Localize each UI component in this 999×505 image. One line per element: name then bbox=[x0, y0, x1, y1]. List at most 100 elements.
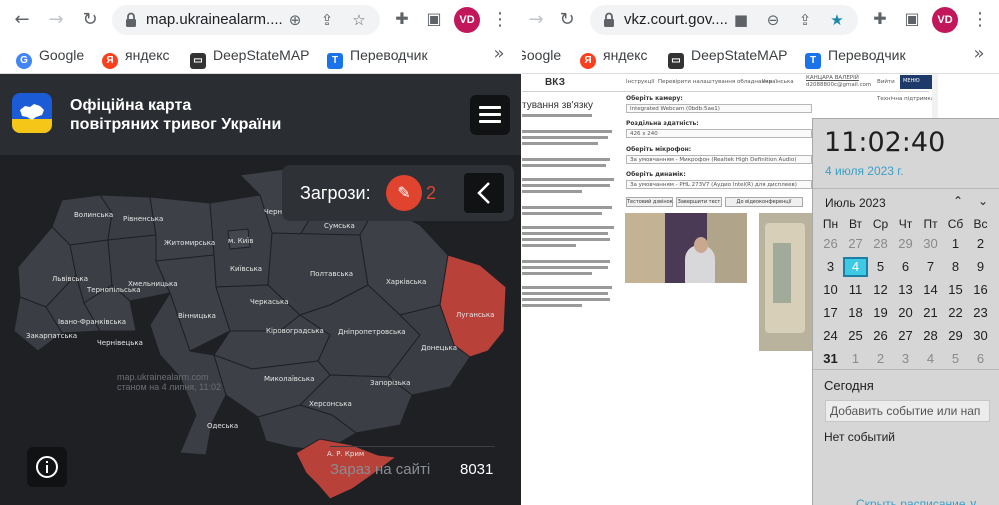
calendar-day[interactable]: 27 bbox=[843, 234, 868, 254]
nav-instructions[interactable]: Інструкції bbox=[626, 79, 654, 86]
add-event-input[interactable]: Добавить событие или нап bbox=[825, 400, 990, 422]
address-bar[interactable]: map.ukrainealarm.... ⊕ ⇪ ☆ bbox=[112, 5, 380, 35]
hamburger-menu-button[interactable] bbox=[470, 95, 510, 135]
calendar-day[interactable]: 4 bbox=[918, 349, 943, 369]
profile-avatar[interactable]: VD bbox=[932, 7, 958, 33]
back-icon[interactable]: ← bbox=[8, 6, 36, 34]
calendar-day[interactable]: 9 bbox=[968, 257, 993, 277]
prev-month-icon[interactable]: ⌃ bbox=[950, 193, 966, 209]
calendar-day[interactable]: 1 bbox=[843, 349, 868, 369]
calendar-day[interactable]: 29 bbox=[943, 326, 968, 346]
calendar-day[interactable]: 3 bbox=[818, 257, 843, 277]
zoom-icon[interactable]: ⊕ bbox=[286, 11, 304, 29]
bookmark-google[interactable]: Google bbox=[522, 45, 561, 65]
calendar-day[interactable]: 26 bbox=[818, 234, 843, 254]
end-test-button[interactable]: Завершити тест bbox=[676, 197, 722, 207]
share-icon[interactable]: ⇪ bbox=[318, 11, 336, 29]
reload-icon[interactable]: ↻ bbox=[553, 6, 581, 34]
bookmark-translator[interactable]: T Переводчик bbox=[805, 45, 906, 69]
next-month-icon[interactable]: ⌄ bbox=[975, 193, 991, 209]
bookmark-translator[interactable]: T Переводчик bbox=[327, 45, 428, 69]
side-panel-icon[interactable]: ▣ bbox=[901, 8, 923, 30]
calendar-day[interactable]: 25 bbox=[843, 326, 868, 346]
nav-language[interactable]: Українська bbox=[762, 79, 794, 86]
info-button[interactable] bbox=[27, 447, 67, 487]
extensions-icon[interactable]: ✚ bbox=[869, 8, 891, 30]
calendar-day[interactable]: 19 bbox=[868, 303, 893, 323]
bookmark-google[interactable]: G Google bbox=[16, 45, 84, 69]
bookmarks-overflow-icon[interactable]: » bbox=[971, 40, 987, 68]
calendar-day[interactable]: 17 bbox=[818, 303, 843, 323]
calendar-day[interactable]: 16 bbox=[968, 280, 993, 300]
calendar-day[interactable]: 8 bbox=[943, 257, 968, 277]
calendar-day[interactable]: 7 bbox=[918, 257, 943, 277]
calendar-day[interactable]: 6 bbox=[968, 349, 993, 369]
support-link[interactable]: Технічна підтримка bbox=[877, 96, 934, 103]
calendar-day[interactable]: 12 bbox=[868, 280, 893, 300]
resolution-select[interactable]: 426 x 240 bbox=[626, 129, 812, 138]
camera-select[interactable]: Integrated Webcam (0bdb:5ae1) bbox=[626, 104, 812, 113]
calendar-day[interactable]: 5 bbox=[868, 257, 893, 277]
bookmark-star-icon[interactable]: ☆ bbox=[350, 11, 368, 29]
calendar-day[interactable]: 10 bbox=[818, 280, 843, 300]
calendar-day[interactable]: 1 bbox=[943, 234, 968, 254]
calendar-day[interactable]: 29 bbox=[893, 234, 918, 254]
forward-icon[interactable]: → bbox=[42, 6, 70, 34]
ukraine-alarm-logo[interactable] bbox=[12, 93, 52, 133]
month-label[interactable]: Июль 2023 bbox=[825, 196, 886, 210]
bookmarks-overflow-icon[interactable]: » bbox=[491, 40, 507, 68]
forward-icon[interactable]: → bbox=[522, 6, 550, 34]
side-panel-icon[interactable]: ▣ bbox=[423, 8, 445, 30]
calendar-day[interactable]: 2 bbox=[968, 234, 993, 254]
calendar-day[interactable]: 23 bbox=[968, 303, 993, 323]
clock-date[interactable]: 4 июля 2023 г. bbox=[825, 164, 904, 178]
reload-icon[interactable]: ↻ bbox=[76, 6, 104, 34]
calendar-day[interactable]: 21 bbox=[918, 303, 943, 323]
microphone-select[interactable]: За умовчанням - Микрофон (Realtek High D… bbox=[626, 155, 812, 164]
calendar-day[interactable]: 6 bbox=[893, 257, 918, 277]
calendar-day[interactable]: 5 bbox=[943, 349, 968, 369]
speaker-select[interactable]: За умовчанням - PHL 273V7 (Аудио Intel(R… bbox=[626, 180, 812, 189]
calendar-day[interactable]: 22 bbox=[943, 303, 968, 323]
court-logo[interactable]: ВКЗ bbox=[545, 77, 565, 88]
bookmark-yandex[interactable]: Яяндекс bbox=[102, 45, 170, 69]
nav-check-equipment[interactable]: Перевірити налаштування обладнання bbox=[658, 79, 772, 86]
calendar-day[interactable]: 15 bbox=[943, 280, 968, 300]
calendar-day[interactable]: 13 bbox=[893, 280, 918, 300]
calendar-day[interactable]: 26 bbox=[868, 326, 893, 346]
calendar-day[interactable]: 20 bbox=[893, 303, 918, 323]
calendar-day[interactable]: 30 bbox=[918, 234, 943, 254]
bookmark-yandex[interactable]: Яяндекс bbox=[580, 45, 648, 69]
calendar-day[interactable]: 28 bbox=[868, 234, 893, 254]
bookmark-deepstatemap[interactable]: ▭ DeepStateMAP bbox=[668, 45, 788, 69]
camera-in-use-icon[interactable]: ■ bbox=[732, 11, 750, 29]
extensions-icon[interactable]: ✚ bbox=[391, 8, 413, 30]
calendar-day[interactable]: 14 bbox=[918, 280, 943, 300]
calendar-day[interactable]: 3 bbox=[893, 349, 918, 369]
share-icon[interactable]: ⇪ bbox=[796, 11, 814, 29]
bookmark-deepstatemap[interactable]: ▭ DeepStateMAP bbox=[190, 45, 310, 69]
calendar-day[interactable]: 30 bbox=[968, 326, 993, 346]
calendar-day[interactable]: 27 bbox=[893, 326, 918, 346]
zoom-icon[interactable]: ⊖ bbox=[764, 11, 782, 29]
profile-avatar[interactable]: VD bbox=[454, 7, 480, 33]
calendar-day[interactable]: 2 bbox=[868, 349, 893, 369]
region-zhytomyrska[interactable] bbox=[149, 196, 215, 262]
exit-link[interactable]: Вийти bbox=[877, 79, 895, 86]
bookmark-star-icon[interactable]: ★ bbox=[828, 11, 846, 29]
join-conference-button[interactable]: До відеоконференції bbox=[725, 197, 803, 207]
address-bar[interactable]: vkz.court.gov.... ■ ⊖ ⇪ ★ bbox=[590, 5, 858, 35]
threats-toggle-button[interactable] bbox=[464, 173, 504, 213]
calendar-day[interactable]: 18 bbox=[843, 303, 868, 323]
hide-schedule-link[interactable]: Скрыть расписание ∨ bbox=[856, 497, 978, 505]
missile-icon[interactable]: ✎ bbox=[386, 175, 422, 211]
calendar-day[interactable]: 4 bbox=[843, 257, 868, 277]
menu-button[interactable]: МЕНЮ bbox=[900, 75, 936, 89]
calendar-day[interactable]: 31 bbox=[818, 349, 843, 369]
test-call-button[interactable]: Тестовий дзвінок bbox=[626, 197, 673, 207]
browser-menu-icon[interactable]: ⋮ bbox=[491, 6, 509, 34]
calendar-day[interactable]: 28 bbox=[918, 326, 943, 346]
calendar-day[interactable]: 11 bbox=[843, 280, 868, 300]
browser-menu-icon[interactable]: ⋮ bbox=[971, 6, 989, 34]
calendar-day[interactable]: 24 bbox=[818, 326, 843, 346]
